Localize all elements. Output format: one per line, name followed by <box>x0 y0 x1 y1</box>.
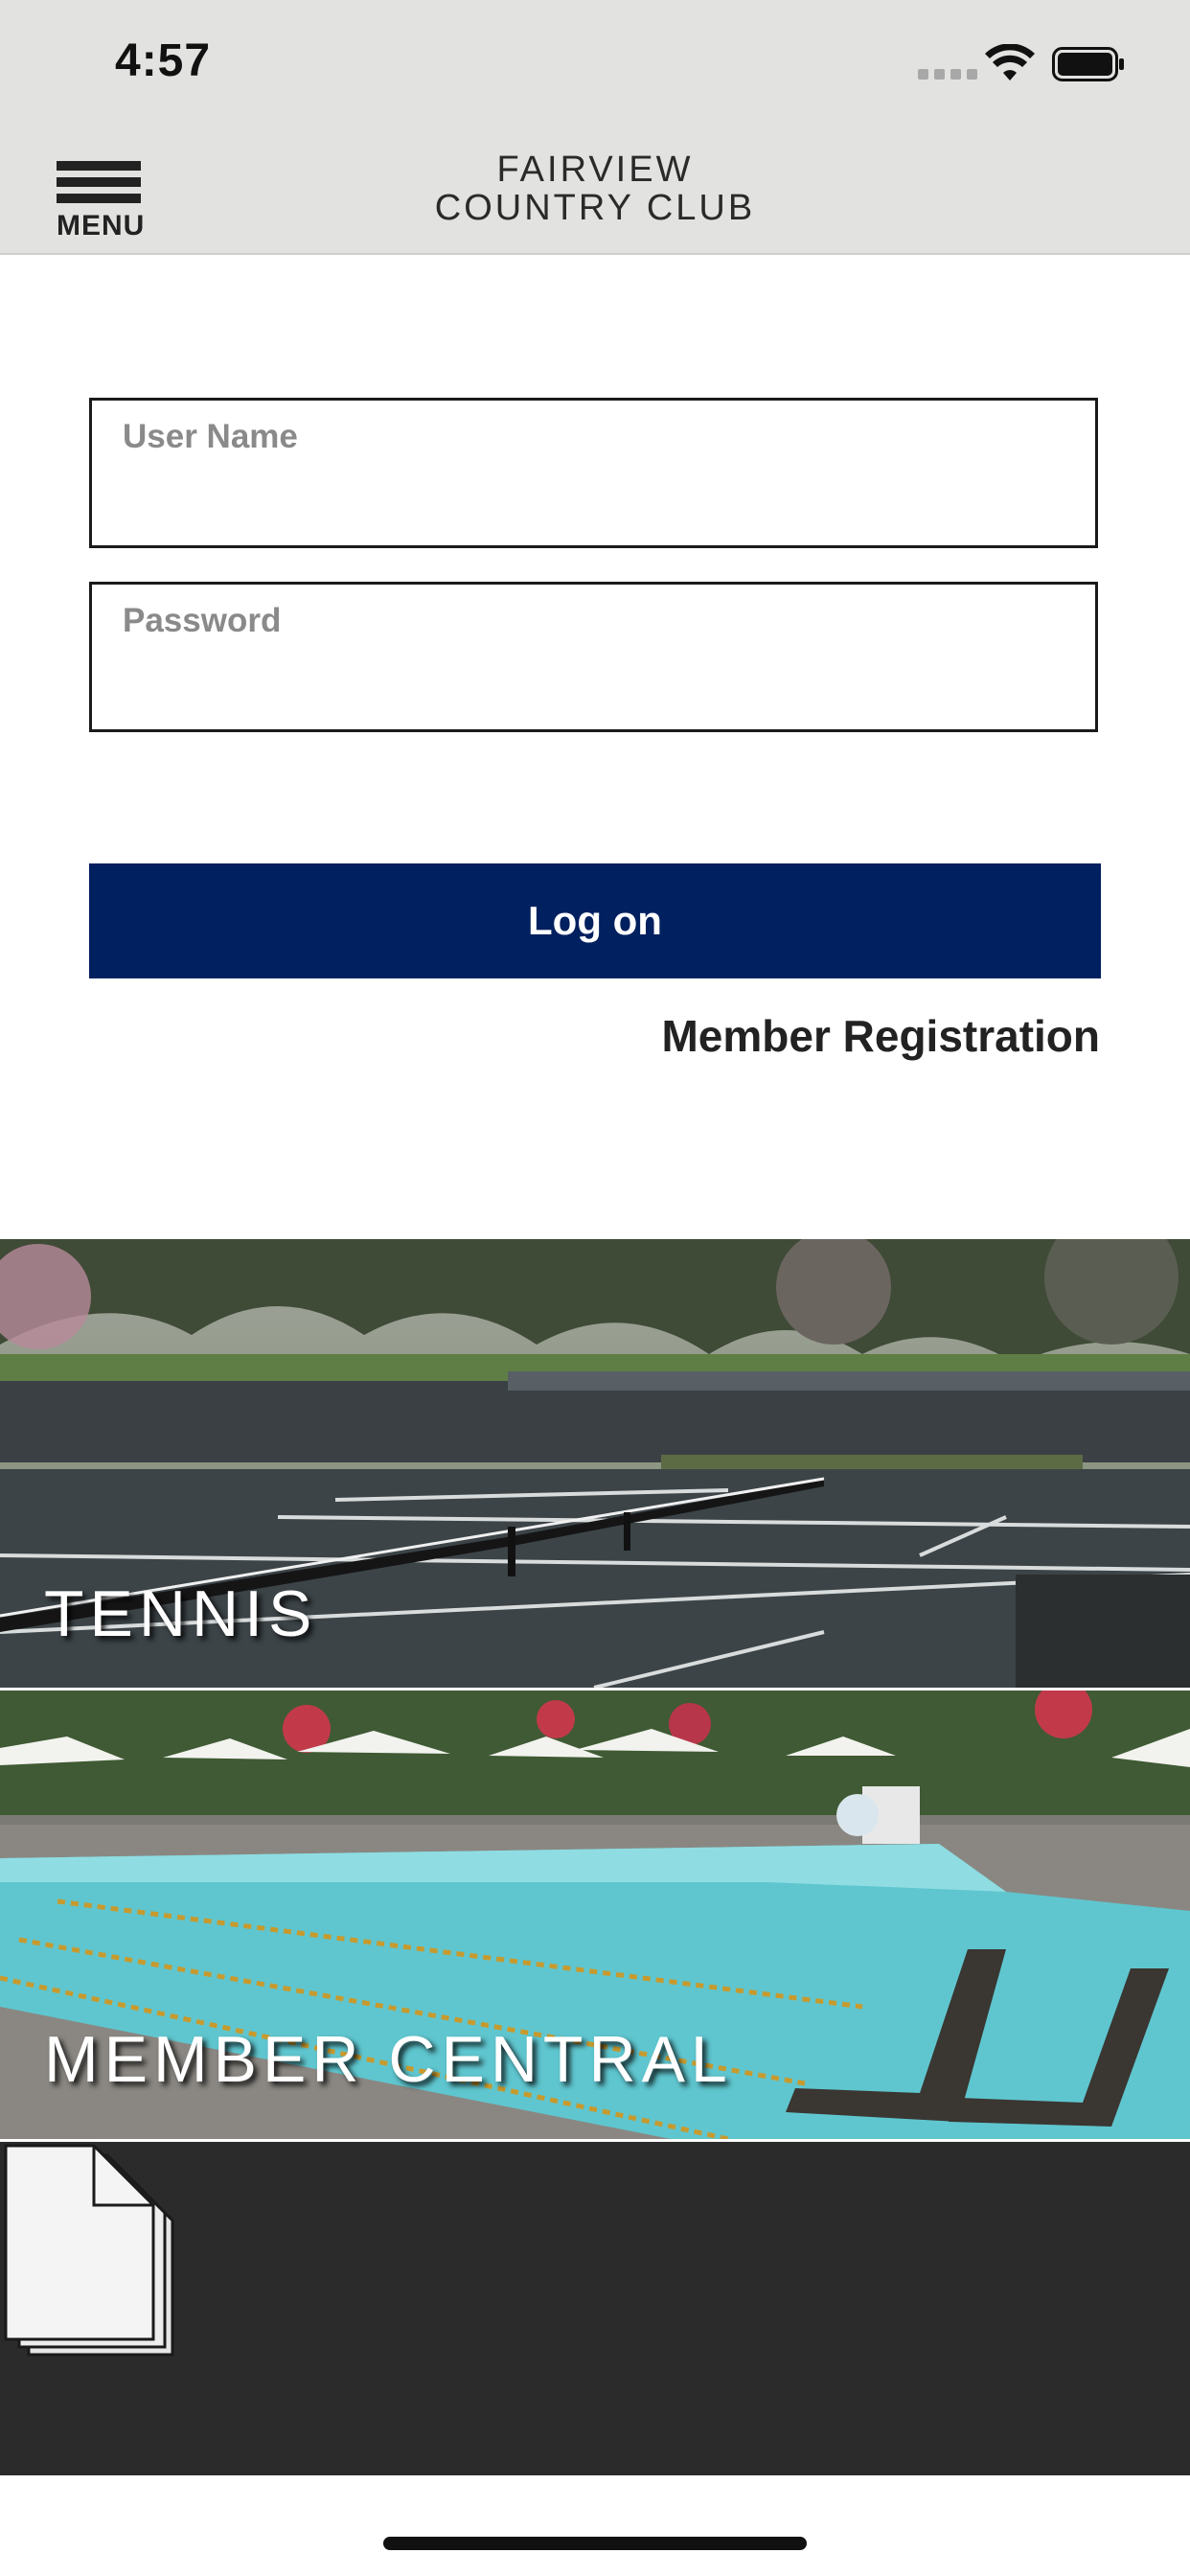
app-header: MENU FAIRVIEW COUNTRY CLUB <box>0 129 1190 255</box>
status-time: 4:57 <box>115 35 212 86</box>
password-input[interactable] <box>121 652 1064 711</box>
password-field[interactable]: Password <box>89 582 1098 732</box>
tennis-tile[interactable]: TENNIS <box>0 1239 1190 1688</box>
member-registration-link[interactable]: Member Registration <box>661 1010 1100 1062</box>
logon-button[interactable]: Log on <box>89 863 1101 978</box>
documents-tile[interactable] <box>0 2142 1190 2475</box>
cellular-signal-icon <box>918 69 977 80</box>
username-label: User Name <box>123 418 298 455</box>
member-central-tile[interactable]: MEMBER CENTRAL <box>0 1690 1190 2139</box>
club-title: FAIRVIEW COUNTRY CLUB <box>0 150 1190 227</box>
battery-icon <box>1052 47 1124 81</box>
username-input[interactable] <box>121 468 1064 527</box>
club-title-line1: FAIRVIEW <box>496 150 694 190</box>
status-bar: 4:57 <box>0 0 1190 129</box>
club-title-line2: COUNTRY CLUB <box>434 188 756 228</box>
tennis-tile-label: TENNIS <box>44 1577 318 1650</box>
username-field[interactable]: User Name <box>89 398 1098 548</box>
member-central-tile-label: MEMBER CENTRAL <box>44 2023 733 2096</box>
wifi-icon <box>985 44 1035 80</box>
password-label: Password <box>123 602 282 639</box>
home-indicator[interactable] <box>383 2537 807 2550</box>
document-stack-icon <box>4 2144 174 2357</box>
